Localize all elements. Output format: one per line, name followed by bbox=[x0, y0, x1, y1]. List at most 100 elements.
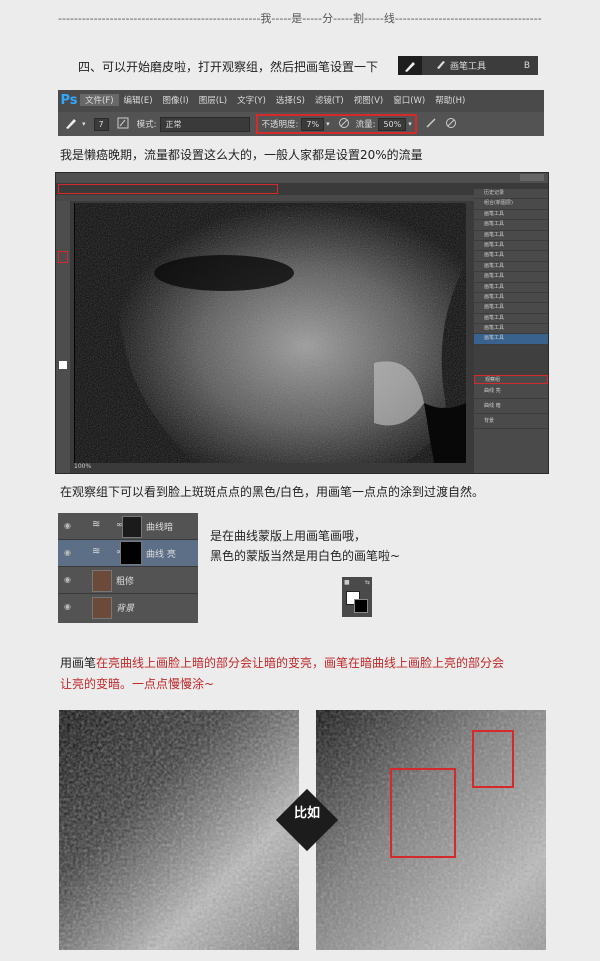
brush-size-field[interactable]: 7 bbox=[93, 117, 109, 131]
options-bar-highlight bbox=[58, 184, 278, 194]
mode-label: 模式: bbox=[136, 120, 157, 130]
menu-file[interactable]: 文件(F) bbox=[80, 94, 119, 106]
opacity-highlight: 不透明度: 7% ▾ 流量: 50% ▾ bbox=[256, 114, 417, 134]
panel-item[interactable]: 画笔工具 bbox=[474, 262, 548, 273]
before-skin-image bbox=[59, 710, 299, 950]
step4-text: 四、可以开始磨皮啦，打开观察组，然后把画笔设置一下 bbox=[78, 60, 379, 74]
layer-name: 曲线 亮 bbox=[146, 550, 176, 560]
face-canvas bbox=[74, 203, 466, 463]
mask-thumbnail-highlighted[interactable] bbox=[120, 541, 142, 565]
menu-select[interactable]: 选择(S) bbox=[271, 94, 310, 106]
panel-item[interactable]: 画笔工具 bbox=[474, 303, 548, 314]
eye-icon[interactable]: ◉ bbox=[64, 548, 73, 557]
ps-tool-column bbox=[56, 201, 70, 473]
mode-select[interactable]: 正常 bbox=[160, 116, 251, 132]
panel-item[interactable]: 历史记录 bbox=[474, 189, 548, 200]
panel-item[interactable]: 画笔工具 bbox=[474, 324, 548, 335]
menu-filter[interactable]: 滤镜(T) bbox=[310, 94, 349, 106]
brush-tool-icon[interactable] bbox=[64, 116, 78, 133]
photoshop-toolbar: Ps 文件(F) 编辑(E) 图像(I) 图层(L) 文字(Y) 选择(S) 滤… bbox=[58, 90, 544, 136]
ps-title-strip bbox=[56, 173, 548, 183]
mask-thumbnail[interactable] bbox=[122, 516, 142, 538]
menu-edit[interactable]: 编辑(E) bbox=[119, 94, 158, 106]
image-thumbnail bbox=[92, 597, 112, 619]
opacity-label: 不透明度: bbox=[261, 120, 299, 130]
menu-layer[interactable]: 图层(L) bbox=[194, 94, 232, 106]
panel-item[interactable]: 画笔工具 bbox=[474, 231, 548, 241]
brush-panel-icon[interactable] bbox=[117, 117, 129, 132]
paragraph-flow-note: 我是懒癌晚期，流量都设置这么大的，一般人家都是设置20%的流量 bbox=[60, 148, 423, 162]
para3-prefix: 用画笔 bbox=[60, 656, 97, 670]
brush-icon bbox=[398, 56, 422, 75]
opacity-field[interactable]: 7% bbox=[301, 117, 325, 131]
flow-dropdown-icon[interactable]: ▾ bbox=[408, 120, 412, 128]
panel-item[interactable]: 画笔工具 bbox=[474, 251, 548, 262]
panel-item[interactable]: 画笔工具 bbox=[474, 210, 548, 221]
ps-logo: Ps bbox=[60, 92, 78, 108]
note-line-2: 黑色的蒙版当然是用白色的画笔啦~ bbox=[210, 549, 401, 563]
eye-icon[interactable]: ◉ bbox=[64, 575, 73, 584]
panel-item[interactable]: 画笔工具 bbox=[474, 220, 548, 231]
brush-icon-small bbox=[436, 59, 446, 72]
pressure-opacity-icon[interactable] bbox=[338, 117, 350, 132]
layer-name: 背景 bbox=[116, 604, 135, 614]
fg-color-swatch[interactable] bbox=[59, 361, 67, 369]
layer-row[interactable]: 曲线 亮 bbox=[474, 384, 548, 400]
highlight-box-right bbox=[472, 730, 514, 788]
flow-field[interactable]: 50% bbox=[378, 117, 407, 131]
layer-row-group[interactable]: 观察组 bbox=[474, 374, 548, 385]
panel-item[interactable]: 画笔工具 bbox=[474, 241, 548, 252]
layer-row-rough[interactable]: ◉ 粗修 bbox=[58, 567, 198, 594]
brush-tool-key: B bbox=[523, 60, 530, 71]
color-swatch-widget: ■ ⇆ bbox=[342, 577, 372, 617]
zoom-readout: 100% bbox=[74, 463, 92, 470]
curves-icon: ≋ bbox=[92, 546, 101, 557]
layer-row-curve-dark[interactable]: ◉ ≋ ∞ 曲线暗 bbox=[58, 513, 198, 540]
default-colors-icon[interactable]: ■ bbox=[344, 579, 354, 587]
layer-name: 曲线暗 bbox=[146, 523, 174, 533]
layer-row-background[interactable]: ◉ 背景 bbox=[58, 594, 198, 620]
pressure-size-icon[interactable] bbox=[445, 117, 457, 132]
para3-red-1: 在亮曲线上画脸上暗的部分会让暗的变亮，画笔在暗曲线上画脸上亮的部分会 bbox=[96, 656, 505, 670]
layer-row[interactable]: 背景 bbox=[474, 414, 548, 430]
after-skin-image bbox=[316, 710, 546, 950]
eye-icon[interactable]: ◉ bbox=[64, 521, 73, 530]
background-color[interactable] bbox=[354, 599, 368, 613]
image-thumbnail bbox=[92, 570, 112, 592]
note-line-1: 是在曲线蒙版上用画笔画哦， bbox=[210, 529, 367, 543]
layer-row-curve-bright[interactable]: ◉ ≋ ∞ 曲线 亮 bbox=[58, 540, 198, 567]
airbrush-icon[interactable] bbox=[425, 117, 437, 132]
swap-colors-icon[interactable]: ⇆ bbox=[365, 579, 370, 586]
menu-window[interactable]: 窗口(W) bbox=[388, 94, 430, 106]
history-panel: 历史记录 组合(新图层) 画笔工具 画笔工具 画笔工具 画笔工具 画笔工具 画笔… bbox=[474, 189, 548, 473]
eye-icon[interactable]: ◉ bbox=[64, 602, 73, 611]
paragraph-brush-line-2: 让亮的变暗。一点点慢慢涂~ bbox=[60, 677, 215, 691]
curves-icon: ≋ bbox=[92, 519, 101, 530]
layer-name: 粗修 bbox=[116, 577, 135, 587]
paragraph-brush-line-1: 用画笔在亮曲线上画脸上暗的部分会让暗的变亮，画笔在暗曲线上画脸上亮的部分会 bbox=[60, 654, 504, 671]
panel-item[interactable]: 画笔工具 bbox=[474, 314, 548, 325]
menu-help[interactable]: 帮助(H) bbox=[430, 94, 470, 106]
paragraph-observe-note: 在观察组下可以看到脸上斑斑点点的黑色/白色，用画笔一点点的涂到过渡自然。 bbox=[60, 485, 485, 499]
brush-tool-badge[interactable]: 画笔工具 B bbox=[398, 56, 538, 75]
layers-panel: ◉ ≋ ∞ 曲线暗 ◉ ≋ ∞ 曲线 亮 ◉ 粗修 ◉ 背景 bbox=[58, 513, 198, 623]
panel-item[interactable]: 画笔工具 bbox=[474, 283, 548, 293]
menu-view[interactable]: 视图(V) bbox=[349, 94, 388, 106]
flow-label: 流量: bbox=[355, 120, 376, 130]
options-bar: ▾ 7 模式: 正常 不透明度: 7% ▾ 流量: 50% ▾ bbox=[58, 112, 544, 136]
compare-label: 比如 bbox=[293, 806, 320, 821]
dropdown-arrow-icon[interactable]: ▾ bbox=[82, 120, 86, 128]
layer-row[interactable]: 曲线 暗 bbox=[474, 399, 548, 415]
brush-tool-label: 画笔工具 bbox=[450, 62, 487, 72]
opacity-dropdown-icon[interactable]: ▾ bbox=[326, 120, 330, 128]
menu-type[interactable]: 文字(Y) bbox=[232, 94, 271, 106]
menu-image[interactable]: 图像(I) bbox=[158, 94, 194, 106]
highlight-box-left bbox=[390, 768, 456, 858]
menu-bar: Ps 文件(F) 编辑(E) 图像(I) 图层(L) 文字(Y) 选择(S) 滤… bbox=[58, 90, 544, 110]
brush-tool-highlight bbox=[58, 251, 68, 263]
panel-item-active[interactable]: 画笔工具 bbox=[474, 334, 548, 345]
photoshop-screenshot: 历史记录 组合(新图层) 画笔工具 画笔工具 画笔工具 画笔工具 画笔工具 画笔… bbox=[55, 172, 549, 474]
panel-item[interactable]: 画笔工具 bbox=[474, 272, 548, 283]
panel-item[interactable]: 组合(新图层) bbox=[474, 199, 548, 210]
panel-item[interactable]: 画笔工具 bbox=[474, 293, 548, 304]
